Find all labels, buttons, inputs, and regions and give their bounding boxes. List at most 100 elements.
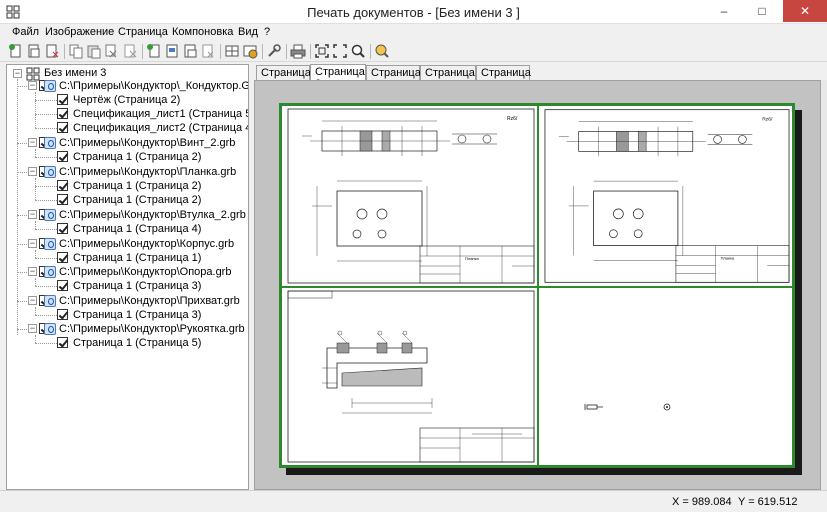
tree-file-node[interactable]: C:\Примеры\Кондуктор\Прихват.grb — [59, 295, 240, 309]
layout-icon[interactable] — [224, 43, 240, 59]
page-checkbox[interactable] — [57, 151, 68, 162]
toolbar-separator — [286, 44, 287, 59]
collapse-toggle[interactable]: − — [28, 267, 37, 276]
page-checkbox[interactable] — [57, 223, 68, 234]
tree-page-node[interactable]: Страница 1 (Страница 3) — [73, 309, 201, 323]
menu-image[interactable]: Изображение — [45, 26, 114, 38]
close-button[interactable]: ✕ — [783, 0, 827, 22]
auto-layout-icon[interactable] — [242, 43, 258, 59]
drawing-cell[interactable] — [538, 287, 793, 466]
tab-page-3[interactable]: Страница 3 — [366, 65, 421, 91]
preview-icon[interactable] — [374, 43, 390, 59]
tree-page-node[interactable]: Чертёж (Страница 2) — [73, 94, 180, 108]
tab-page-5[interactable]: Страница 5 — [476, 65, 531, 91]
title-block-name: Планка — [465, 256, 479, 261]
page-checkbox[interactable] — [57, 194, 68, 205]
tree-guide-line — [35, 92, 36, 128]
tree-file-node[interactable]: C:\Примеры\Кондуктор\Рукоятка.grb — [59, 323, 245, 337]
maximize-button[interactable]: □ — [747, 0, 777, 22]
print-icon[interactable] — [290, 43, 306, 59]
tree-file-node[interactable]: C:\Примеры\Кондуктор\Винт_2.grb — [59, 137, 235, 151]
tree-page-node[interactable]: Страница 1 (Страница 2) — [73, 151, 201, 165]
page-checkbox[interactable] — [57, 94, 68, 105]
remove-icon[interactable] — [44, 43, 60, 59]
tree-file-node[interactable]: C:\Примеры\Кондуктор\Опора.grb — [59, 266, 231, 280]
drawing-cell[interactable] — [281, 287, 538, 466]
collapse-toggle[interactable]: − — [28, 324, 37, 333]
vertical-scrollbar[interactable] — [821, 80, 827, 490]
tools-icon[interactable] — [266, 43, 282, 59]
grb-file-icon — [44, 323, 56, 335]
page-checkbox[interactable] — [57, 280, 68, 291]
tree-page-node[interactable]: Спецификация_лист2 (Страница 4) — [73, 122, 248, 136]
menu-file[interactable]: Файл — [12, 26, 39, 38]
grb-file-icon — [44, 209, 56, 221]
fit-width-icon[interactable] — [332, 43, 348, 59]
tree-page-node[interactable]: Страница 1 (Страница 2) — [73, 180, 201, 194]
tree-file-node[interactable]: C:\Примеры\Кондуктор\Корпус.grb — [59, 238, 234, 252]
page-preview-area[interactable]: Rz6/ Планка Rz6/ Планка — [254, 80, 821, 490]
tree-guide-line — [35, 335, 36, 343]
zoom-icon[interactable] — [350, 43, 366, 59]
page-checkbox[interactable] — [57, 252, 68, 263]
tree-connector — [35, 128, 57, 129]
drawing-planka-copy: Rz6/ Планка — [544, 109, 790, 283]
page-settings-icon[interactable] — [182, 43, 198, 59]
tree-guide-line — [35, 250, 36, 258]
tree-page-node[interactable]: Страница 1 (Страница 5) — [73, 337, 201, 351]
collapse-toggle[interactable]: − — [28, 210, 37, 219]
window-title: Печать документов - [Без имени 3 ] — [307, 5, 520, 20]
tree-page-node[interactable]: Страница 1 (Страница 1) — [73, 252, 201, 266]
document-tree[interactable]: − Без имени 3 − C:\Примеры\Кондуктор\_Ко… — [6, 64, 249, 490]
menu-layout[interactable]: Компоновка — [172, 26, 233, 38]
tree-page-node[interactable]: Спецификация_лист1 (Страница 5) — [73, 108, 248, 122]
tree-file-node[interactable]: C:\Примеры\Кондуктор\_Кондуктор.GRB — [59, 80, 248, 94]
page-checkbox[interactable] — [57, 337, 68, 348]
tab-page-2[interactable]: Страница 2 — [310, 64, 366, 90]
tree-connector — [35, 315, 57, 316]
collapse-toggle[interactable]: − — [13, 69, 22, 78]
tree-page-node[interactable]: Страница 1 (Страница 4) — [73, 223, 201, 237]
menu-view[interactable]: Вид — [238, 26, 258, 38]
drawing-korpus — [287, 290, 535, 463]
toolbar-separator — [220, 44, 221, 59]
new-page-icon[interactable] — [146, 43, 162, 59]
tree-page-node[interactable]: Страница 1 (Страница 3) — [73, 280, 201, 294]
collapse-toggle[interactable]: − — [28, 81, 37, 90]
copy-icon[interactable] — [68, 43, 84, 59]
delete-page-icon[interactable] — [122, 43, 138, 59]
print-sheet[interactable]: Rz6/ Планка Rz6/ Планка — [279, 103, 795, 468]
page-checkbox[interactable] — [57, 108, 68, 119]
collapse-toggle[interactable]: − — [28, 138, 37, 147]
page-checkbox[interactable] — [57, 309, 68, 320]
toolbar-separator — [64, 44, 65, 59]
tree-connector — [35, 114, 57, 115]
page-checkbox[interactable] — [57, 122, 68, 133]
cut-icon[interactable] — [104, 43, 120, 59]
grb-file-icon — [44, 295, 56, 307]
tree-guide-line — [35, 221, 36, 229]
add-folder-icon[interactable] — [26, 43, 42, 59]
collapse-toggle[interactable]: − — [28, 239, 37, 248]
drawing-cell[interactable]: Rz6/ Планка — [538, 105, 793, 287]
collapse-toggle[interactable]: − — [28, 296, 37, 305]
page-props-icon[interactable] — [164, 43, 180, 59]
fit-page-icon[interactable] — [314, 43, 330, 59]
title-bar: Печать документов - [Без имени 3 ] – □ ✕ — [0, 0, 827, 24]
drawing-cell[interactable]: Rz6/ Планка — [281, 105, 538, 287]
add-file-icon[interactable] — [8, 43, 24, 59]
tree-file-node[interactable]: C:\Примеры\Кондуктор\Втулка_2.grb — [59, 209, 246, 223]
minimize-button[interactable]: – — [709, 0, 739, 22]
tree-page-node[interactable]: Страница 1 (Страница 2) — [73, 194, 201, 208]
toolbar-separator — [370, 44, 371, 59]
collapse-toggle[interactable]: − — [28, 167, 37, 176]
menu-page[interactable]: Страница — [118, 26, 168, 38]
tree-root[interactable]: Без имени 3 — [44, 67, 106, 81]
paste-icon[interactable] — [86, 43, 102, 59]
menu-help[interactable]: ? — [264, 26, 270, 38]
tab-page-4[interactable]: Страница 4 — [420, 65, 476, 91]
remove-page-icon[interactable] — [200, 43, 216, 59]
tab-page-1[interactable]: Страница 1 — [256, 65, 311, 91]
page-checkbox[interactable] — [57, 180, 68, 191]
tree-file-node[interactable]: C:\Примеры\Кондуктор\Планка.grb — [59, 166, 236, 180]
